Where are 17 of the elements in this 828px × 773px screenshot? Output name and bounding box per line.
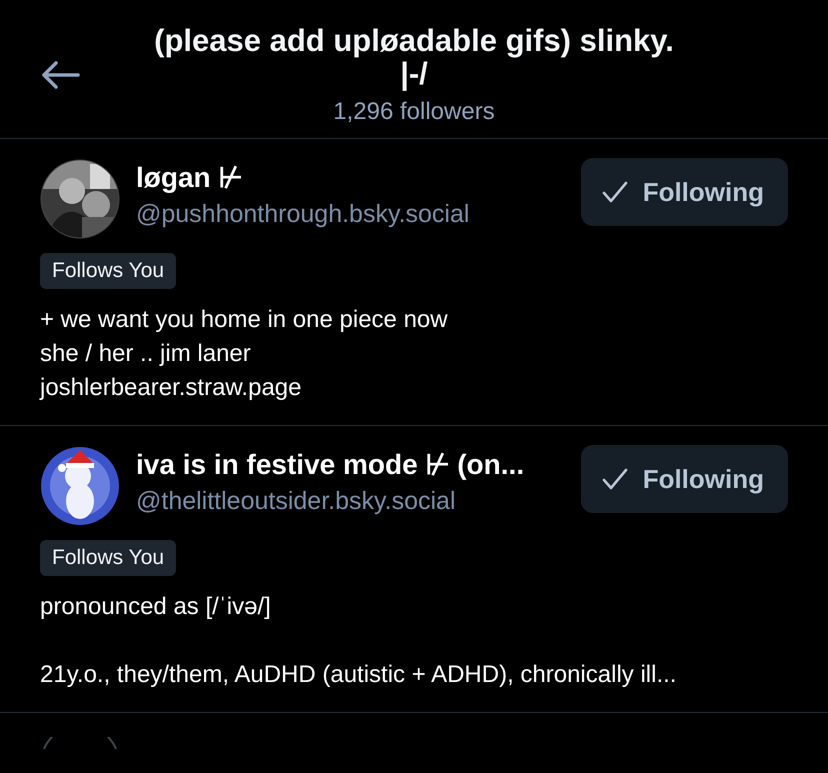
avatar-icon (40, 737, 120, 749)
bio-text: + we want you home in one piece now she / her .. jim laner joshlerbearer.straw.page (40, 305, 449, 403)
back-icon[interactable] (40, 60, 80, 90)
page-title: (please add upløadable gifs) slinky. |-/ (154, 24, 674, 90)
user-handle[interactable]: @thelittleoutsider.bsky.social (136, 482, 565, 520)
bio-text: 21y.o., they/them, AuDHD (autistic + ADHD), chronically ill... (40, 660, 678, 690)
user-name[interactable]: løgan ⊬ (136, 161, 565, 195)
user-handle[interactable]: @pushhonthrough.bsky.social (136, 195, 565, 233)
checkmark-icon (600, 180, 629, 204)
bio-text: pronounced as [/ˈivə/] (40, 592, 272, 622)
follows-you-tag: Follows You (40, 540, 176, 576)
following-button[interactable]: Following (580, 445, 788, 513)
follower-count: 1,296 followers (332, 98, 496, 126)
following-button[interactable]: Following (580, 158, 788, 226)
checkmark-icon (600, 467, 629, 491)
follows-you-tag: Follows You (40, 253, 176, 289)
user-name[interactable]: iva is in festive mode ⊬ (on... (136, 448, 565, 482)
